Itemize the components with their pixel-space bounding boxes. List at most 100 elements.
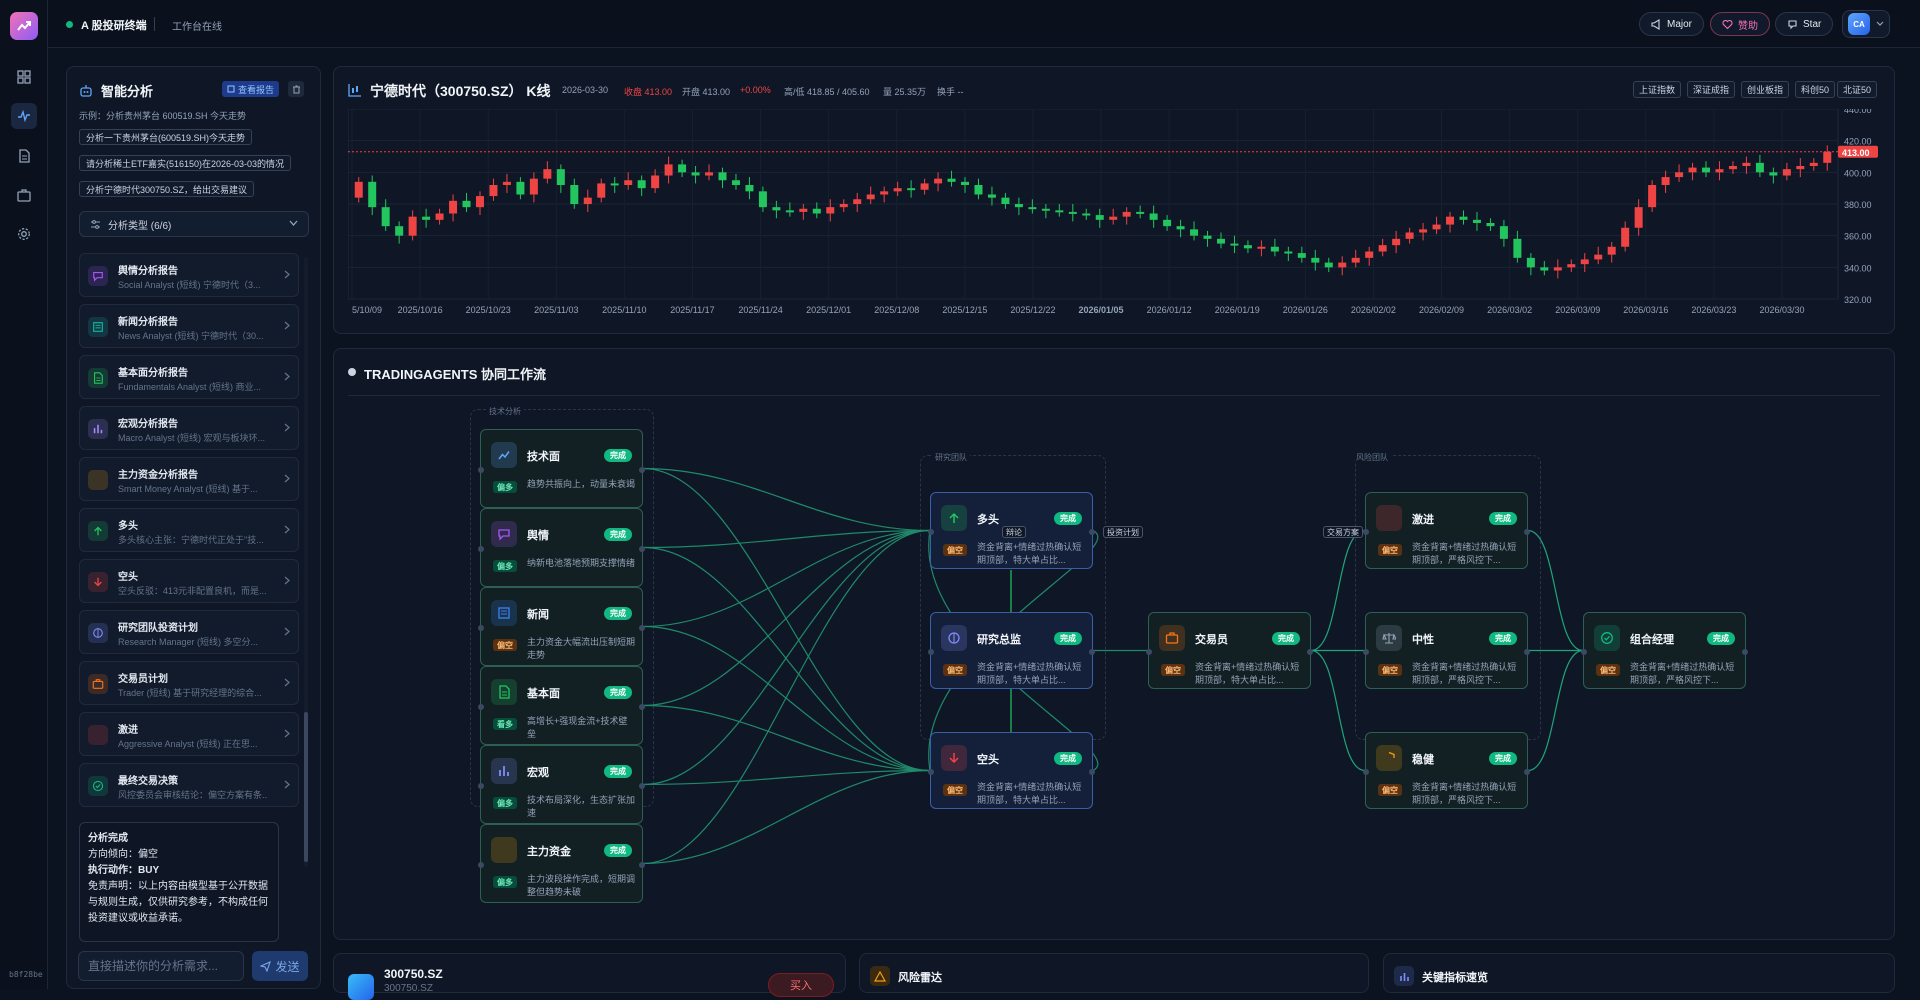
candle-body: [610, 183, 619, 186]
send-button[interactable]: 发送: [252, 951, 308, 981]
major-button[interactable]: Major: [1639, 12, 1705, 36]
analysis-input[interactable]: [78, 951, 244, 981]
stance-tag: 偏多: [493, 876, 517, 888]
example-chip[interactable]: 请分析稀土ETF嘉实(516150)在2026-03-03的情况: [79, 155, 292, 171]
candle-body: [651, 175, 660, 189]
x-tick-label: 2025/12/08: [874, 305, 919, 315]
candle-body: [354, 181, 363, 198]
last-price-label: 413.00: [1842, 148, 1870, 158]
candle-body: [1486, 223, 1495, 227]
node-cons[interactable]: 稳健 完成 偏空 资金背离+情绪过热确认短期顶部，严格风控下...: [1363, 732, 1530, 809]
node-desc: 趋势共振向上，动量未衰竭: [527, 479, 636, 489]
clear-button[interactable]: [288, 81, 304, 97]
workflow-panel: TRADINGAGENTS 协同工作流 技术分析 研究团队 风险团队 技术面 完成…: [333, 348, 1895, 940]
candle-body: [1782, 169, 1791, 176]
node-news[interactable]: 新闻 完成 偏空 主力资金大幅流出压制短期走势: [478, 587, 645, 666]
check-circle-icon: [88, 776, 108, 796]
candle-body: [678, 164, 687, 173]
candle-body: [745, 185, 754, 192]
report-title: 交易员计划: [118, 674, 168, 685]
view-report-button[interactable]: 查看报告: [222, 81, 280, 97]
report-item[interactable]: 基本面分析报告 Fundamentals Analyst (短线) 商业...: [79, 355, 299, 399]
node-desc: 主力波段操作完成，短期调整但趋势未破: [527, 874, 636, 897]
kline-plot[interactable]: 440.00 420.00 400.00 380.00 360.00 340.00 320.…: [348, 109, 1882, 319]
app-logo[interactable]: [10, 12, 38, 40]
report-subtitle: Smart Money Analyst (短线) 基于...: [118, 484, 258, 494]
index-button[interactable]: 北证50: [1837, 81, 1878, 98]
node-title: 基本面: [527, 688, 560, 700]
chart-title: 宁德时代（300750.SZ） K线: [370, 83, 551, 99]
pulse-icon[interactable]: [11, 103, 37, 129]
status-badge: 完成: [604, 528, 632, 541]
report-item[interactable]: 交易员计划 Trader (短线) 基于研究经理的综合...: [79, 661, 299, 705]
report-item[interactable]: 空头 空头反驳：413元非配置良机，而是...: [79, 559, 299, 603]
example-chip[interactable]: 分析一下贵州茅台(600519.SH)今天走势: [79, 129, 253, 145]
node-aggr[interactable]: 激进 完成 偏空 资金背离+情绪过热确认短期顶部，严格风控下...: [1363, 492, 1530, 569]
user-menu[interactable]: CA: [1842, 10, 1890, 38]
report-item[interactable]: 新闻分析报告 News Analyst (短线) 宁德时代（30...: [79, 304, 299, 348]
node-neut[interactable]: 中性 完成 偏空 资金背离+情绪过热确认短期顶部，严格风控下...: [1363, 612, 1530, 689]
candle-body: [812, 208, 821, 214]
edge-label: 交易方案: [1323, 526, 1363, 538]
candle-body: [1230, 243, 1239, 246]
node-pm[interactable]: 组合经理 完成 偏空 资金背离+情绪过热确认短期顶部，严格风控下...: [1581, 612, 1748, 689]
symbol-code: 300750.SZ: [384, 967, 443, 981]
edge: [642, 625, 931, 772]
report-item[interactable]: 激进 Aggressive Analyst (短线) 正在思...: [79, 712, 299, 756]
report-title: 最终交易决策: [118, 776, 178, 787]
index-button[interactable]: 上证指数: [1633, 81, 1682, 98]
scrollbar-thumb[interactable]: [304, 712, 308, 862]
node-money[interactable]: 主力资金 完成 偏多 主力波段操作完成，短期调整但趋势未破: [478, 824, 645, 903]
node-bear[interactable]: 空头 完成 偏空 资金背离+情绪过热确认短期顶部，特大单占比...: [928, 732, 1095, 809]
node-macro[interactable]: 宏观 完成 偏多 技术布局深化，生态扩张加速: [478, 745, 645, 824]
candle-body: [1284, 251, 1293, 254]
candle-body: [1809, 162, 1818, 166]
analysis-summary: 分析完成 方向倾向：偏空 执行动作：BUY 免责声明：以上内容由模型基于公开数据…: [79, 822, 279, 942]
port-out: [1307, 648, 1313, 655]
report-item[interactable]: 主力资金分析报告 Smart Money Analyst (短线) 基于...: [79, 457, 299, 501]
node-trader[interactable]: 交易员 完成 偏空 资金背离+情绪过热确认短期顶部，特大单占比...: [1146, 612, 1313, 689]
report-item[interactable]: 多头 多头核心主张：宁德时代正处于"技...: [79, 508, 299, 552]
stance-tag: 偏空: [943, 664, 967, 676]
document-icon[interactable]: [11, 143, 37, 169]
report-item[interactable]: 宏观分析报告 Macro Analyst (短线) 宏观与板块环...: [79, 406, 299, 450]
candle-body: [1661, 177, 1670, 185]
chevron-right-icon: [284, 525, 290, 534]
candle-body: [543, 169, 552, 179]
edge: [642, 769, 931, 865]
status-badge: 完成: [1054, 632, 1082, 645]
index-button[interactable]: 创业板指: [1741, 81, 1790, 98]
candle-body: [785, 210, 794, 213]
edge: [1527, 529, 1584, 652]
stance-tag: 偏多: [493, 481, 517, 493]
node-tech[interactable]: 技术面 完成 偏多 趋势共振向上，动量未衰竭: [478, 429, 645, 508]
gear-icon[interactable]: [11, 221, 37, 247]
index-button[interactable]: 科创50: [1795, 81, 1836, 98]
candle-body: [475, 196, 484, 208]
example-chip[interactable]: 分析宁德时代300750.SZ，给出交易建议: [79, 181, 255, 197]
node-fund[interactable]: 基本面 完成 看多 高增长+强现金流+技术壁垒: [478, 666, 645, 745]
report-item[interactable]: 研究团队投资计划 Research Manager (短线) 多空分...: [79, 610, 299, 654]
status-badge: 完成: [1054, 752, 1082, 765]
report-item[interactable]: 舆情分析报告 Social Analyst (短线) 宁德时代（3...: [79, 253, 299, 297]
candle-body: [1702, 167, 1711, 173]
node-mgr[interactable]: 研究总监 完成 偏空 资金背离+情绪过热确认短期顶部，特大单占比...: [928, 612, 1095, 689]
report-title: 主力资金分析报告: [118, 470, 198, 481]
candle-body: [893, 188, 902, 192]
node-senti[interactable]: 舆情 完成 偏多 纳新电池落地预期支撑情绪: [478, 508, 645, 587]
star-button[interactable]: Star: [1775, 12, 1834, 36]
index-button[interactable]: 深证成指: [1687, 81, 1736, 98]
candle-body: [1567, 264, 1576, 268]
edge: [1310, 649, 1366, 772]
candle-body: [1001, 197, 1010, 204]
report-item[interactable]: 最终交易决策 风控委员会审核结论：偏空方案有条...: [79, 763, 299, 807]
briefcase-icon[interactable]: [11, 182, 37, 208]
scrollbar[interactable]: [304, 257, 308, 867]
dashboard-icon[interactable]: [11, 64, 37, 90]
sponsor-button[interactable]: 赞助: [1710, 12, 1770, 36]
port-out: [639, 861, 645, 868]
port-out: [639, 624, 645, 631]
status-badge: 完成: [604, 449, 632, 462]
analysis-type-select[interactable]: 分析类型 (6/6): [79, 211, 309, 237]
node-title: 舆情: [527, 530, 549, 542]
